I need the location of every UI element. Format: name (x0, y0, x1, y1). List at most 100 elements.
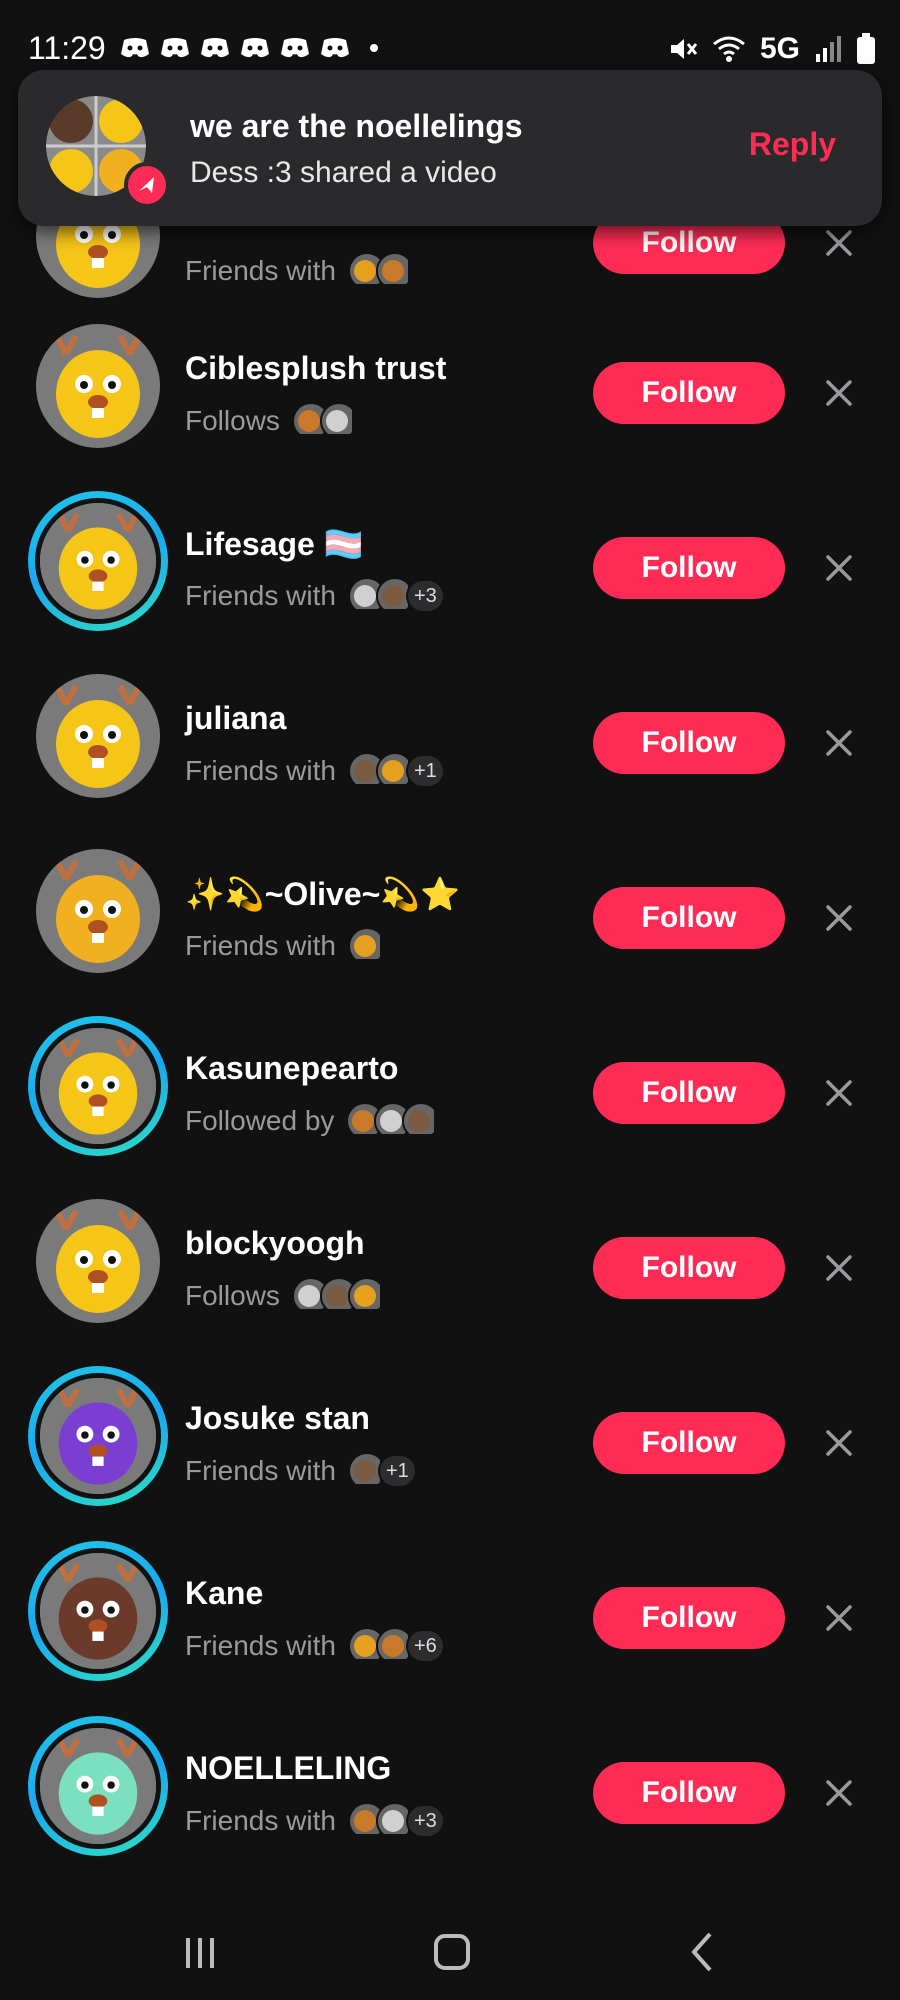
discord-icon (161, 38, 189, 58)
dismiss-icon[interactable] (822, 1426, 856, 1460)
discord-icon (321, 38, 349, 58)
avatar[interactable] (28, 841, 168, 981)
relation-line: Followed by (185, 1102, 441, 1140)
username[interactable]: Ciblesplush trust (185, 350, 446, 387)
username[interactable]: ✨💫~Olive~💫⭐ (185, 875, 460, 913)
relation-text: Friends with (185, 255, 336, 286)
relation-text: Friends with (185, 1805, 336, 1836)
follow-button[interactable]: Follow (593, 537, 785, 599)
suggestion-row[interactable]: juliana Friends with +1 Follow (0, 660, 900, 835)
suggestion-row[interactable]: Kasunepearto Followed by Follow (0, 1010, 900, 1185)
dismiss-icon[interactable] (822, 551, 856, 585)
suggestion-row[interactable]: blockyoogh Follows Follow (0, 1185, 900, 1360)
mutual-avatars: +3 (347, 577, 445, 615)
relation-line: Friends with (185, 252, 414, 290)
follow-button[interactable]: Follow (593, 1237, 785, 1299)
follow-button[interactable]: Follow (593, 1412, 785, 1474)
battery-icon (857, 33, 875, 64)
network-type: 5G (759, 32, 800, 65)
discord-icon (201, 38, 229, 58)
avatar-story-ring[interactable] (28, 491, 168, 631)
dismiss-icon[interactable] (822, 226, 856, 260)
relation-line: Friends with +6 (185, 1627, 445, 1665)
mutual-avatar (347, 1277, 386, 1315)
system-icons: 5G (668, 32, 876, 66)
avatar-image (35, 1373, 161, 1499)
avatar-story-ring[interactable] (28, 1016, 168, 1156)
avatar-story-ring[interactable] (28, 1366, 168, 1506)
avatar[interactable] (28, 666, 168, 806)
avatar-story-ring[interactable] (28, 1541, 168, 1681)
recents-icon[interactable] (170, 1928, 230, 1976)
notification-icons (120, 36, 378, 60)
notification-text: Dess :3 shared a video (190, 156, 497, 189)
relation-text: Friends with (185, 1630, 336, 1661)
suggestion-row[interactable]: Josuke stan Friends with +1 Follow (0, 1360, 900, 1535)
notification-title: we are the noellelings (190, 108, 523, 144)
more-mutuals-count: +1 (377, 1454, 417, 1488)
reply-button[interactable]: Reply (749, 126, 836, 163)
relation-text: Friends with (185, 580, 336, 611)
username[interactable]: juliana (185, 700, 286, 737)
dismiss-icon[interactable] (822, 376, 856, 410)
follow-button[interactable]: Follow (593, 887, 785, 949)
dismiss-icon[interactable] (822, 1601, 856, 1635)
discord-icon (241, 38, 269, 58)
follow-button[interactable]: Follow (593, 712, 785, 774)
mutual-avatars (291, 402, 358, 440)
relation-line: Friends with +3 (185, 577, 445, 615)
signal-icon (816, 36, 841, 62)
dismiss-icon[interactable] (822, 1776, 856, 1810)
avatar-story-ring[interactable] (28, 1716, 168, 1856)
suggestion-row[interactable]: Kane Friends with +6 Follow (0, 1535, 900, 1710)
mute-icon (670, 39, 698, 59)
navigation-bar (0, 1900, 900, 2000)
username[interactable]: Kane (185, 1575, 263, 1612)
follow-button[interactable]: Follow (593, 1587, 785, 1649)
avatar[interactable] (28, 316, 168, 456)
home-icon[interactable] (422, 1928, 482, 1976)
follow-button[interactable]: Follow (593, 1062, 785, 1124)
suggestion-row[interactable]: NOELLELING Friends with +3 Follow (0, 1710, 900, 1885)
dismiss-icon[interactable] (822, 1251, 856, 1285)
suggestion-row[interactable]: Ciblesplush trust Follows Follow (0, 310, 900, 485)
follow-button[interactable]: Follow (593, 362, 785, 424)
more-mutuals-count: +3 (405, 1804, 445, 1838)
relation-text: Friends with (185, 930, 336, 961)
suggestion-row[interactable]: ✨💫~Olive~💫⭐ Friends with Follow (0, 835, 900, 1010)
relation-line: Friends with +1 (185, 1452, 417, 1490)
clock: 11:29 (28, 30, 106, 66)
message-notification[interactable]: we are the noellelings Dess :3 shared a … (18, 70, 882, 226)
username[interactable]: blockyoogh (185, 1225, 365, 1262)
dismiss-icon[interactable] (822, 1076, 856, 1110)
relation-line: Follows (185, 402, 358, 440)
mutual-avatars (291, 1277, 386, 1315)
username[interactable]: Kasunepearto (185, 1050, 398, 1087)
dismiss-icon[interactable] (822, 726, 856, 760)
relation-text: Follows (185, 405, 280, 436)
suggestion-row[interactable]: Lifesage 🏳️‍⚧️ Friends with +3 Follow (0, 485, 900, 660)
username[interactable]: Josuke stan (185, 1400, 370, 1437)
mutual-avatars (346, 1102, 441, 1140)
avatar[interactable] (28, 1191, 168, 1331)
mutual-avatars: +1 (347, 752, 445, 790)
dismiss-icon[interactable] (822, 901, 856, 935)
send-arrow-icon (139, 177, 154, 193)
relation-line: Friends with +1 (185, 752, 445, 790)
mutual-avatar (375, 252, 414, 290)
mutual-avatars: +6 (347, 1627, 445, 1665)
wifi-icon (713, 36, 745, 62)
relation-text: Friends with (185, 755, 336, 786)
username[interactable]: NOELLELING (185, 1750, 391, 1787)
avatar-image (35, 498, 161, 624)
back-icon[interactable] (674, 1928, 734, 1976)
relation-text: Friends with (185, 1455, 336, 1486)
relation-line: Friends with (185, 927, 386, 965)
follow-button[interactable]: Follow (593, 1762, 785, 1824)
mutual-avatar (402, 1102, 441, 1140)
more-mutuals-count: +6 (405, 1629, 445, 1663)
avatar-image (35, 1723, 161, 1849)
avatar-image (35, 1023, 161, 1149)
mutual-avatars (347, 927, 386, 965)
username[interactable]: Lifesage 🏳️‍⚧️ (185, 525, 364, 563)
